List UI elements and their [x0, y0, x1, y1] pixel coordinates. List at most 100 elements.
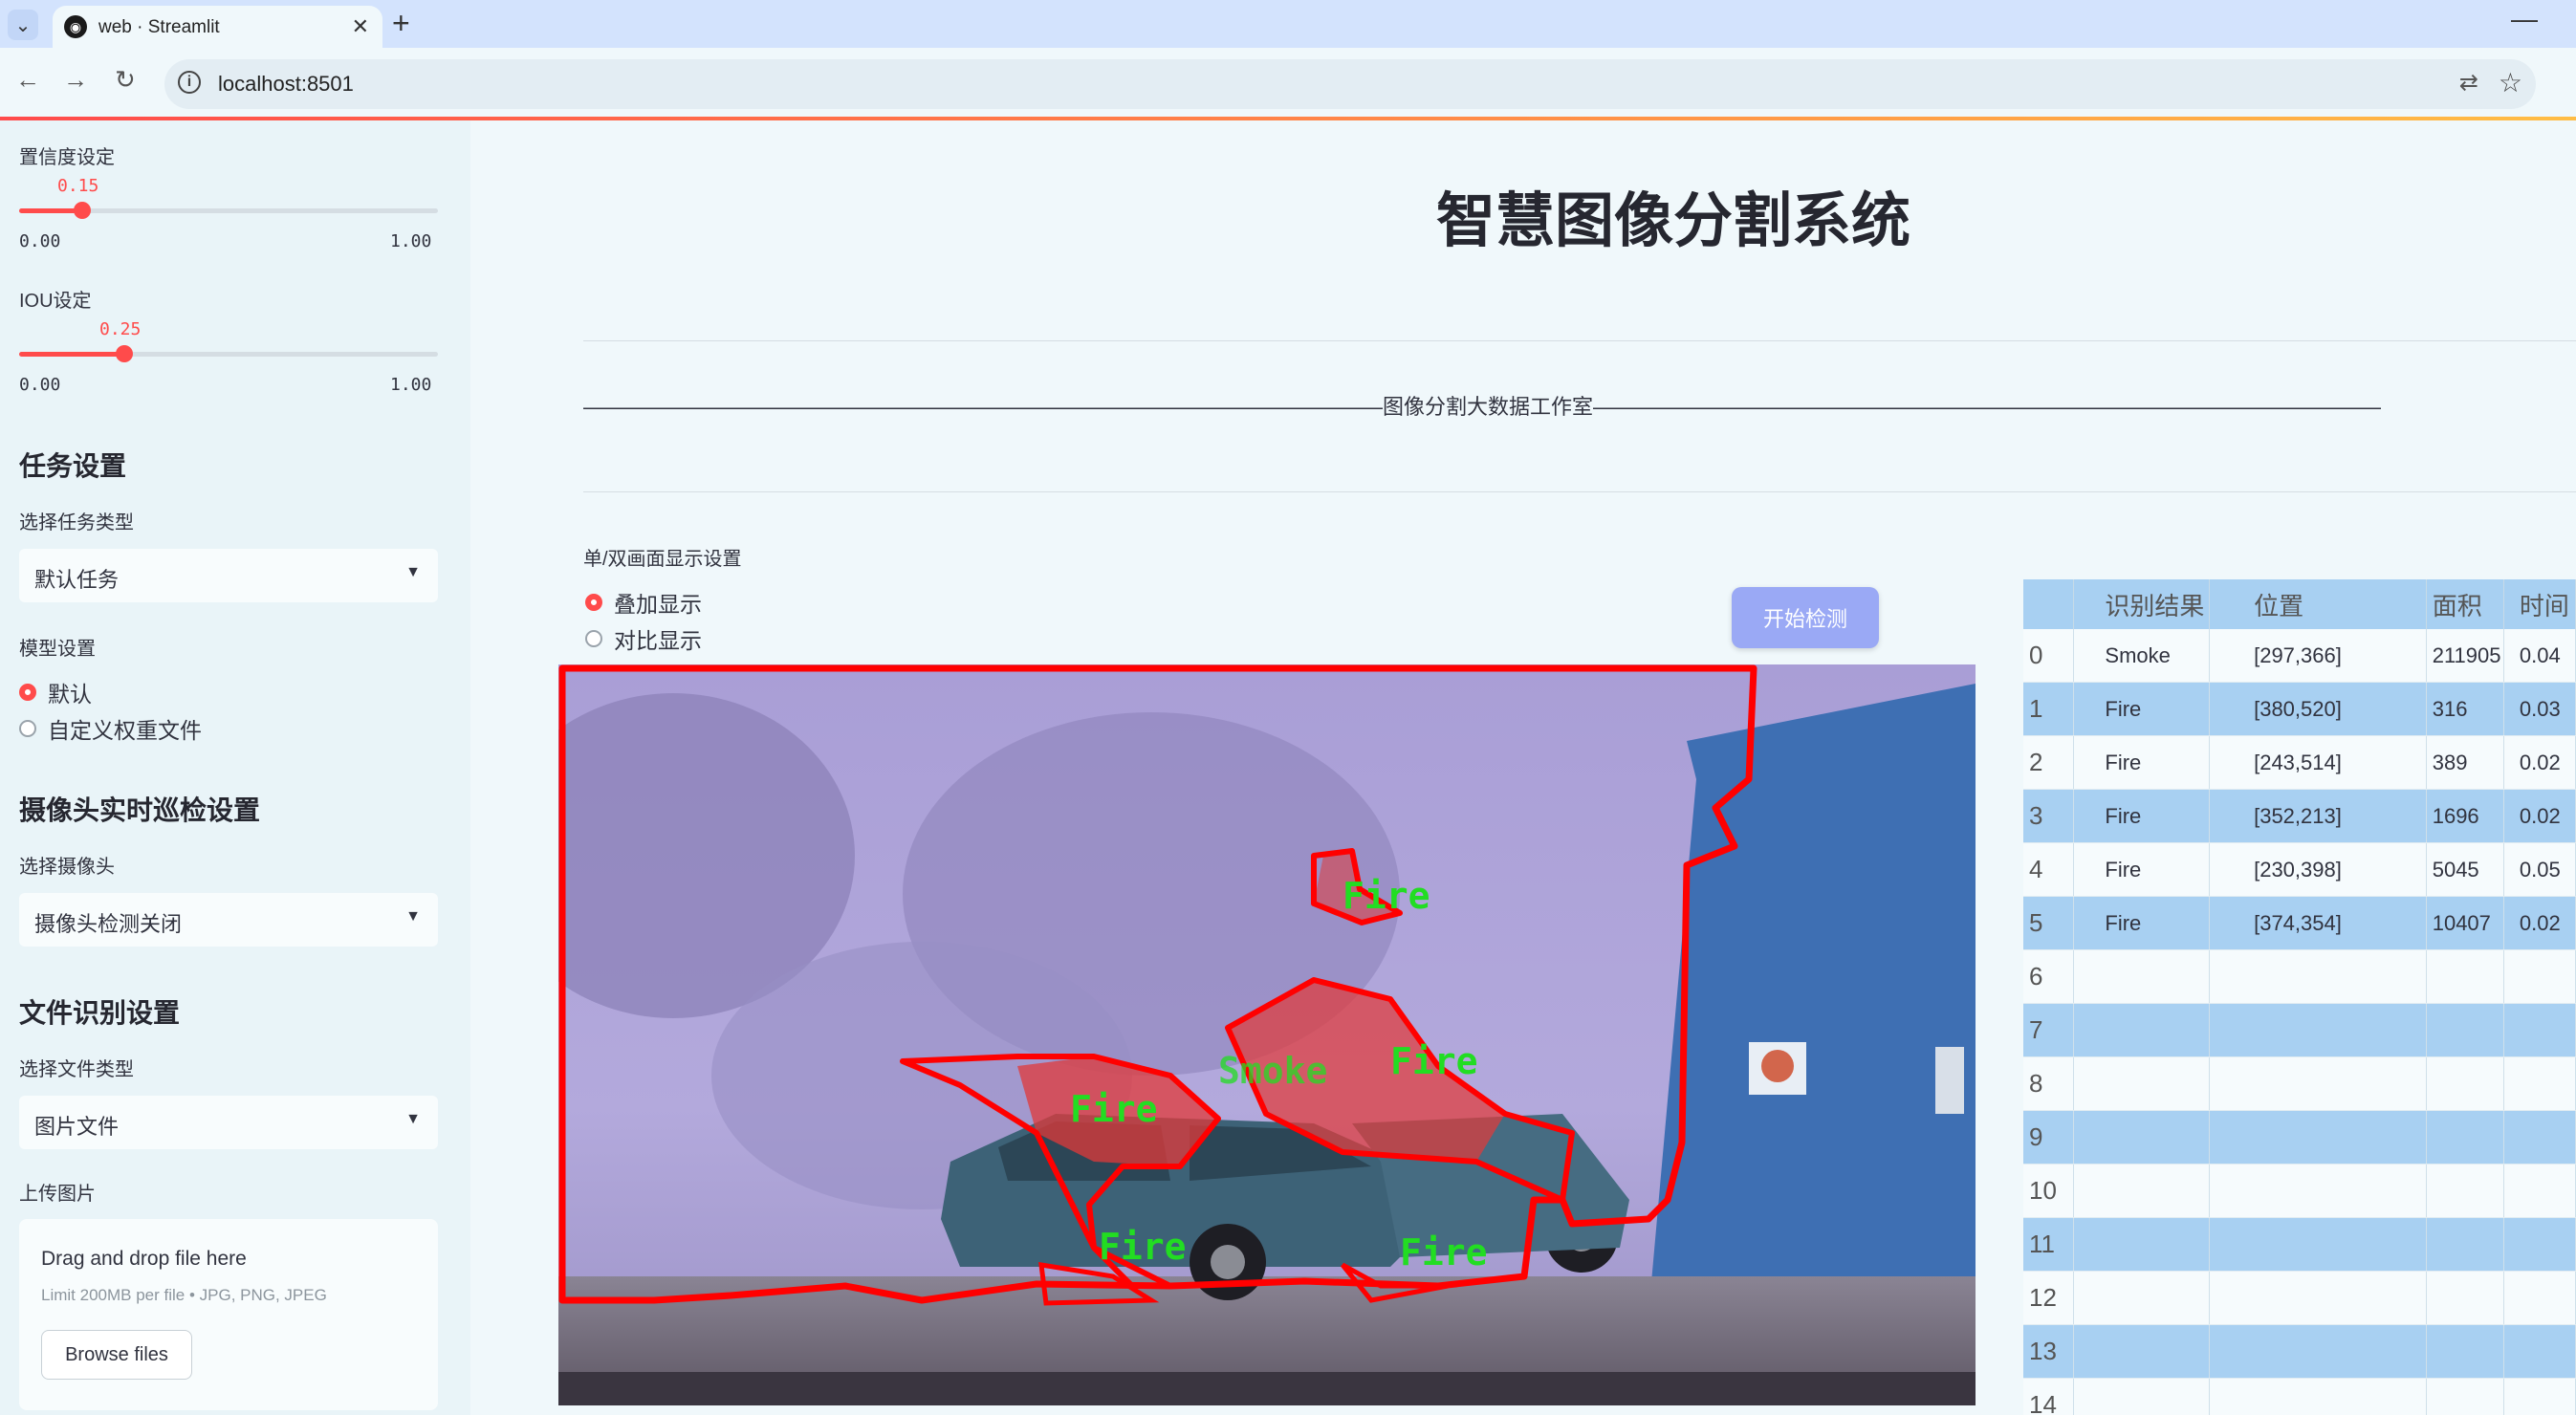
row-area-cell[interactable] [2426, 1110, 2504, 1165]
row-position-cell[interactable] [2209, 1003, 2427, 1057]
row-index-cell[interactable]: 12 [2023, 1271, 2075, 1325]
row-index-cell[interactable]: 1 [2023, 682, 2075, 736]
minimize-window-icon[interactable]: — [2511, 4, 2538, 34]
row-area-cell[interactable] [2426, 1324, 2504, 1379]
row-index-cell[interactable]: 13 [2023, 1324, 2075, 1379]
row-time-cell[interactable]: 0.02 [2503, 735, 2576, 790]
row-time-cell[interactable]: 0.02 [2503, 789, 2576, 843]
table-row[interactable]: 11 [2023, 1217, 2576, 1272]
table-row[interactable]: 9 [2023, 1110, 2576, 1165]
row-area-cell[interactable] [2426, 1217, 2504, 1272]
browse-files-button[interactable]: Browse files [41, 1330, 192, 1380]
table-row[interactable]: 5 Fire [374,354] 10407 0.02 [2023, 896, 2576, 950]
row-result-cell[interactable] [2073, 1003, 2211, 1057]
table-row[interactable]: 6 [2023, 949, 2576, 1004]
row-time-cell[interactable] [2503, 1110, 2576, 1165]
row-result-cell[interactable] [2073, 1056, 2211, 1111]
row-area-cell[interactable] [2426, 949, 2504, 1004]
row-position-cell[interactable] [2209, 1217, 2427, 1272]
row-time-cell[interactable] [2503, 1056, 2576, 1111]
row-position-cell[interactable]: [243,514] [2209, 735, 2427, 790]
row-index-cell[interactable]: 10 [2023, 1164, 2075, 1218]
row-result-cell[interactable]: Fire [2073, 896, 2211, 950]
table-row[interactable]: 8 [2023, 1056, 2576, 1111]
column-header-position[interactable]: 位置 [2209, 579, 2427, 629]
row-area-cell[interactable]: 316 [2426, 682, 2504, 736]
row-index-cell[interactable]: 11 [2023, 1217, 2075, 1272]
row-position-cell[interactable] [2209, 1110, 2427, 1165]
row-area-cell[interactable]: 1696 [2426, 789, 2504, 843]
start-detection-button[interactable]: 开始检测 [1732, 587, 1879, 648]
address-bar[interactable]: i localhost:8501 ⇄ ☆ [164, 59, 2536, 109]
row-position-cell[interactable]: [380,520] [2209, 682, 2427, 736]
results-table[interactable]: 识别结果 位置 面积 时间 0 Smoke [297,366] 211905 0.04 1… [2023, 579, 2576, 1415]
table-row[interactable]: 7 [2023, 1003, 2576, 1057]
row-area-cell[interactable] [2426, 1003, 2504, 1057]
display-option-compare[interactable]: 对比显示 [585, 623, 702, 654]
row-time-cell[interactable] [2503, 1324, 2576, 1379]
row-area-cell[interactable]: 5045 [2426, 842, 2504, 897]
file-uploader-dropzone[interactable]: Drag and drop file here Limit 200MB per … [19, 1219, 438, 1410]
table-row[interactable]: 14 [2023, 1378, 2576, 1415]
row-position-cell[interactable] [2209, 1324, 2427, 1379]
table-row[interactable]: 2 Fire [243,514] 389 0.02 [2023, 735, 2576, 790]
row-position-cell[interactable] [2209, 1271, 2427, 1325]
task-type-select[interactable]: 默认任务 ▼ [19, 549, 438, 602]
row-index-cell[interactable]: 0 [2023, 629, 2075, 683]
tab-search-menu-icon[interactable]: ⌄ [8, 10, 38, 40]
row-time-cell[interactable] [2503, 1003, 2576, 1057]
back-icon[interactable]: ← [15, 65, 40, 95]
display-option-overlay[interactable]: 叠加显示 [585, 587, 702, 618]
row-time-cell[interactable] [2503, 1164, 2576, 1218]
table-row[interactable]: 13 [2023, 1324, 2576, 1379]
row-position-cell[interactable] [2209, 1056, 2427, 1111]
row-index-cell[interactable]: 6 [2023, 949, 2075, 1004]
row-area-cell[interactable]: 211905 [2426, 629, 2504, 683]
model-option-default[interactable]: 默认 [19, 677, 92, 708]
file-type-select[interactable]: 图片文件 ▼ [19, 1096, 438, 1149]
row-position-cell[interactable] [2209, 949, 2427, 1004]
column-header-time[interactable]: 时间 [2503, 579, 2576, 629]
row-result-cell[interactable] [2073, 1217, 2211, 1272]
row-area-cell[interactable] [2426, 1271, 2504, 1325]
column-header-index[interactable] [2023, 579, 2075, 629]
radio-unselected-icon[interactable] [585, 630, 602, 647]
close-tab-icon[interactable]: ✕ [352, 14, 369, 39]
row-result-cell[interactable]: Fire [2073, 789, 2211, 843]
row-position-cell[interactable]: [297,366] [2209, 629, 2427, 683]
row-time-cell[interactable]: 0.04 [2503, 629, 2576, 683]
row-index-cell[interactable]: 4 [2023, 842, 2075, 897]
browser-tab[interactable]: ◉ web · Streamlit ✕ [53, 6, 382, 48]
row-index-cell[interactable]: 8 [2023, 1056, 2075, 1111]
radio-unselected-icon[interactable] [19, 720, 36, 737]
row-index-cell[interactable]: 14 [2023, 1378, 2075, 1415]
iou-slider[interactable] [19, 345, 438, 362]
results-dataframe[interactable]: 识别结果 位置 面积 时间 0 Smoke [297,366] 211905 0.04 1… [2023, 579, 2576, 1415]
bookmark-star-icon[interactable]: ☆ [2499, 67, 2522, 98]
row-time-cell[interactable] [2503, 949, 2576, 1004]
row-area-cell[interactable] [2426, 1378, 2504, 1415]
row-index-cell[interactable]: 7 [2023, 1003, 2075, 1057]
forward-icon[interactable]: → [63, 65, 88, 95]
camera-select[interactable]: 摄像头检测关闭 ▼ [19, 893, 438, 947]
row-time-cell[interactable]: 0.03 [2503, 682, 2576, 736]
row-area-cell[interactable] [2426, 1164, 2504, 1218]
row-result-cell[interactable]: Fire [2073, 682, 2211, 736]
table-row[interactable]: 12 [2023, 1271, 2576, 1325]
table-row[interactable]: 3 Fire [352,213] 1696 0.02 [2023, 789, 2576, 843]
row-result-cell[interactable]: Smoke [2073, 629, 2211, 683]
radio-selected-icon[interactable] [19, 684, 36, 701]
table-row[interactable]: 10 [2023, 1164, 2576, 1218]
table-row[interactable]: 4 Fire [230,398] 5045 0.05 [2023, 842, 2576, 897]
row-time-cell[interactable] [2503, 1217, 2576, 1272]
row-position-cell[interactable]: [352,213] [2209, 789, 2427, 843]
row-position-cell[interactable] [2209, 1378, 2427, 1415]
row-result-cell[interactable]: Fire [2073, 735, 2211, 790]
reload-icon[interactable]: ↻ [115, 65, 136, 95]
row-position-cell[interactable]: [230,398] [2209, 842, 2427, 897]
row-index-cell[interactable]: 2 [2023, 735, 2075, 790]
row-area-cell[interactable]: 10407 [2426, 896, 2504, 950]
table-row[interactable]: 0 Smoke [297,366] 211905 0.04 [2023, 629, 2576, 683]
radio-selected-icon[interactable] [585, 594, 602, 611]
row-position-cell[interactable]: [374,354] [2209, 896, 2427, 950]
